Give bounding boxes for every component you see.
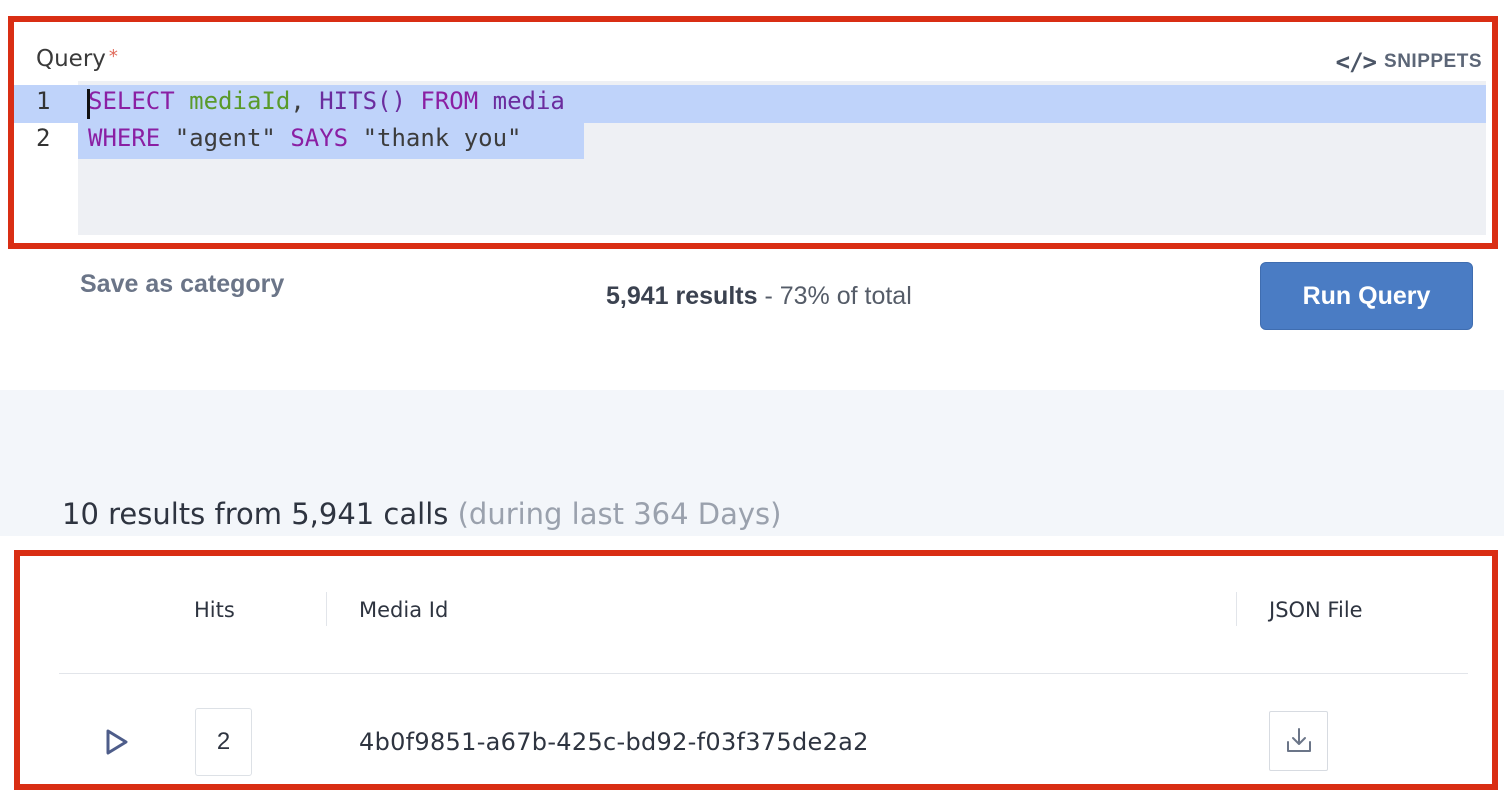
- header-divider: [59, 673, 1468, 674]
- header-json-file: JSON File: [1269, 598, 1363, 622]
- results-separator: -: [757, 282, 780, 310]
- results-percentage: 73% of total: [779, 282, 912, 310]
- results-summary: 5,941 results - 73% of total: [606, 282, 912, 311]
- code-area[interactable]: SELECT mediaId, HITS() FROM media WHERE …: [14, 81, 1486, 235]
- column-separator: [326, 592, 327, 626]
- snippets-label: SNIPPETS: [1384, 51, 1482, 72]
- media-id-value: 4b0f9851-a67b-425c-bd92-f03f375de2a2: [359, 728, 869, 756]
- calls-summary-period: (during last 364 Days): [457, 497, 782, 531]
- kw-where: WHERE: [88, 124, 161, 152]
- results-count: 5,941 results: [606, 282, 758, 310]
- kw-from: FROM: [420, 87, 479, 115]
- column-separator: [1236, 592, 1237, 626]
- save-as-category-link[interactable]: Save as category: [80, 270, 284, 299]
- str-phrase: "thank you": [362, 124, 522, 152]
- query-panel: Query * </> SNIPPETS SELECT mediaId, HITS…: [8, 16, 1498, 249]
- str-speaker: "agent": [174, 124, 276, 152]
- snippets-button[interactable]: </> SNIPPETS: [1336, 48, 1482, 76]
- calls-summary: 10 results from 5,941 calls (during last…: [62, 497, 781, 531]
- fn-hits: HITS(): [319, 87, 406, 115]
- kw-select: SELECT: [88, 87, 175, 115]
- download-icon[interactable]: [1269, 711, 1328, 771]
- ident-table: media: [492, 87, 565, 115]
- play-icon[interactable]: [104, 728, 130, 756]
- header-media-id: Media Id: [359, 598, 449, 622]
- comma: ,: [290, 87, 305, 115]
- line-number-2: 2: [36, 124, 51, 152]
- header-hits: Hits: [194, 598, 235, 622]
- query-label-text: Query: [36, 46, 106, 72]
- ident-media-id: mediaId: [189, 87, 291, 115]
- kw-says: SAYS: [290, 124, 349, 152]
- code-line-1: SELECT mediaId, HITS() FROM media: [88, 87, 565, 115]
- text-cursor: [87, 89, 90, 119]
- code-icon: </>: [1335, 48, 1377, 76]
- query-label: Query *: [36, 46, 118, 72]
- calls-summary-main: 10 results from 5,941 calls: [62, 497, 449, 531]
- hits-count: 2: [195, 708, 252, 776]
- results-table: Hits Media Id JSON File 2 4b0f9851-a67b-…: [14, 550, 1498, 790]
- run-query-button[interactable]: Run Query: [1260, 262, 1473, 330]
- query-editor[interactable]: SELECT mediaId, HITS() FROM media WHERE …: [14, 81, 1492, 235]
- code-line-2: WHERE "agent" SAYS "thank you": [88, 124, 522, 152]
- line-number-1: 1: [36, 87, 51, 115]
- required-marker: *: [108, 46, 118, 67]
